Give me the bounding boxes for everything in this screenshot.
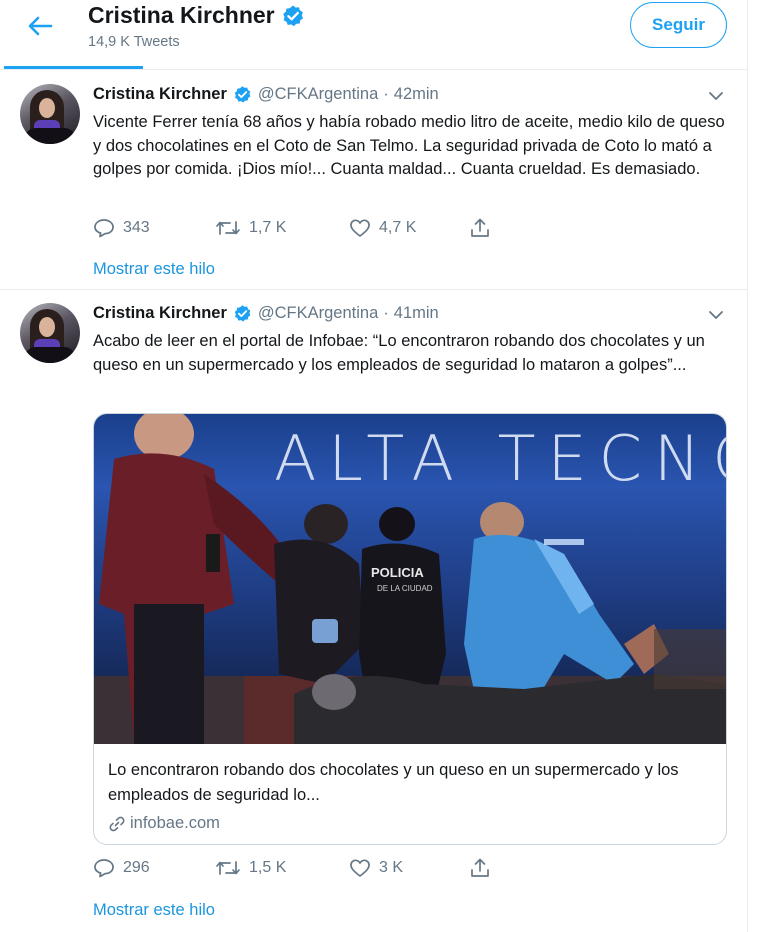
like-button[interactable]: 4,7 K xyxy=(349,218,469,238)
profile-name-row: Cristina Kirchner xyxy=(88,2,305,29)
vest-text-2: DE LA CIUDAD xyxy=(377,584,433,593)
retweet-button[interactable]: 1,5 K xyxy=(215,858,349,878)
link-card-description: Lo encontraron robando dos chocolates y … xyxy=(108,761,679,804)
reply-button[interactable]: 296 xyxy=(93,858,215,878)
show-thread-link[interactable]: Mostrar este hilo xyxy=(93,901,215,920)
separator-dot: · xyxy=(383,85,389,103)
tweet-author-handle[interactable]: @CFKArgentina xyxy=(258,85,378,104)
tweet-actions: 296 1,5 K 3 K xyxy=(93,857,491,879)
tweet-header: Cristina Kirchner @CFKArgentina · 41min xyxy=(93,304,439,323)
separator-dot: · xyxy=(383,304,389,322)
link-icon xyxy=(109,816,125,831)
follow-button[interactable]: Seguir xyxy=(630,2,727,48)
tweet-header: Cristina Kirchner @CFKArgentina · 42min xyxy=(93,85,439,104)
tweet-count: 14,9 K Tweets xyxy=(88,34,180,50)
verified-badge-icon xyxy=(234,86,251,103)
retweet-count: 1,5 K xyxy=(249,859,287,876)
reply-count: 296 xyxy=(123,859,150,876)
avatar[interactable] xyxy=(20,303,80,363)
reply-count: 343 xyxy=(123,219,150,236)
avatar[interactable] xyxy=(20,84,80,144)
chevron-down-icon[interactable] xyxy=(706,88,726,104)
share-icon xyxy=(471,858,489,877)
like-count: 4,7 K xyxy=(379,219,417,236)
tweet[interactable]: Cristina Kirchner @CFKArgentina · 41min … xyxy=(0,290,748,932)
retweet-icon xyxy=(216,861,240,875)
retweet-button[interactable]: 1,7 K xyxy=(215,218,349,238)
reply-icon xyxy=(94,859,114,878)
show-thread-link[interactable]: Mostrar este hilo xyxy=(93,260,215,279)
heart-icon xyxy=(350,859,370,877)
profile-name: Cristina Kirchner xyxy=(88,2,275,28)
timeline-column: Cristina Kirchner 14,9 K Tweets Seguir C… xyxy=(0,0,748,932)
tweet[interactable]: Cristina Kirchner @CFKArgentina · 42min … xyxy=(0,70,748,290)
tweet-actions: 343 1,7 K 4,7 K xyxy=(93,217,491,239)
reply-icon xyxy=(94,219,114,238)
like-count: 3 K xyxy=(379,859,404,876)
photo-scene: POLICIA DE LA CIUDAD xyxy=(94,414,726,744)
vest-text-1: POLICIA xyxy=(371,565,424,580)
tweet-text: Acabo de leer en el portal de Infobae: “… xyxy=(93,332,705,374)
link-card-domain-row: infobae.com xyxy=(108,814,712,833)
tweet-timestamp[interactable]: 42min xyxy=(394,85,439,104)
tweet-author-name[interactable]: Cristina Kirchner xyxy=(93,85,227,104)
link-card[interactable]: ALTA TECNO POLICIA DE LA CIUDAD Lo encon… xyxy=(93,413,727,845)
back-button[interactable] xyxy=(24,12,56,40)
like-button[interactable]: 3 K xyxy=(349,858,469,878)
link-card-domain: infobae.com xyxy=(130,814,220,832)
heart-icon xyxy=(350,219,370,237)
tweet-author-handle[interactable]: @CFKArgentina xyxy=(258,304,378,323)
verified-badge-icon xyxy=(234,305,251,322)
tweet-author-name[interactable]: Cristina Kirchner xyxy=(93,304,227,323)
retweet-icon xyxy=(216,221,240,235)
link-card-image[interactable]: ALTA TECNO POLICIA DE LA CIUDAD xyxy=(94,414,726,744)
chevron-down-icon[interactable] xyxy=(706,307,726,323)
tweet-text: Vicente Ferrer tenía 68 años y había rob… xyxy=(93,113,725,178)
share-icon xyxy=(471,218,489,237)
profile-header: Cristina Kirchner 14,9 K Tweets Seguir xyxy=(0,0,748,70)
share-button[interactable] xyxy=(469,217,491,239)
tweet-timestamp[interactable]: 41min xyxy=(394,304,439,323)
reply-button[interactable]: 343 xyxy=(93,218,215,238)
verified-badge-icon xyxy=(282,5,303,26)
retweet-count: 1,7 K xyxy=(249,219,287,236)
share-button[interactable] xyxy=(469,857,491,879)
arrow-left-icon xyxy=(28,16,53,36)
link-card-body[interactable]: Lo encontraron robando dos chocolates y … xyxy=(94,744,726,844)
